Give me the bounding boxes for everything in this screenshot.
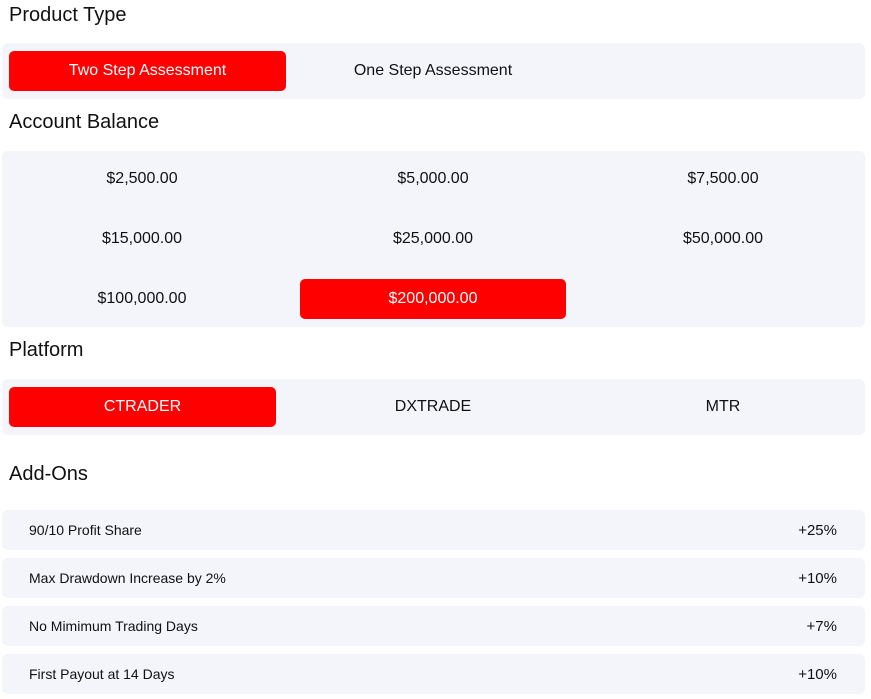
addon-no-minimum-trading-days[interactable]: No Mimimum Trading Days +7%: [2, 606, 865, 646]
option-two-step-assessment[interactable]: Two Step Assessment: [9, 51, 286, 91]
balance-option-100000[interactable]: $100,000.00: [9, 279, 275, 319]
balance-option-5000[interactable]: $5,000.00: [300, 159, 566, 199]
addons-title: Add-Ons: [9, 463, 88, 485]
addon-value: +25%: [798, 521, 837, 539]
addon-value: +7%: [806, 617, 837, 635]
balance-option-15000[interactable]: $15,000.00: [9, 219, 275, 259]
addon-label: First Payout at 14 Days: [29, 666, 175, 682]
product-type-title: Product Type: [9, 4, 127, 26]
balance-option-200000[interactable]: $200,000.00: [300, 279, 566, 319]
platform-panel: CTRADER DXTRADE MTR: [2, 379, 865, 435]
addon-max-drawdown[interactable]: Max Drawdown Increase by 2% +10%: [2, 558, 865, 598]
balance-option-25000[interactable]: $25,000.00: [300, 219, 566, 259]
balance-option-7500[interactable]: $7,500.00: [590, 159, 856, 199]
option-one-step-assessment[interactable]: One Step Assessment: [295, 51, 571, 91]
addon-value: +10%: [798, 665, 837, 683]
addon-profit-share[interactable]: 90/10 Profit Share +25%: [2, 510, 865, 550]
product-type-panel: Two Step Assessment One Step Assessment: [2, 43, 865, 99]
account-balance-title: Account Balance: [9, 111, 160, 133]
balance-option-2500[interactable]: $2,500.00: [9, 159, 275, 199]
platform-option-ctrader[interactable]: CTRADER: [9, 387, 276, 427]
addon-label: No Mimimum Trading Days: [29, 618, 198, 634]
addon-label: Max Drawdown Increase by 2%: [29, 570, 226, 586]
addon-first-payout[interactable]: First Payout at 14 Days +10%: [2, 654, 865, 694]
addon-value: +10%: [798, 569, 837, 587]
platform-title: Platform: [9, 339, 84, 361]
platform-option-dxtrade[interactable]: DXTRADE: [300, 387, 566, 427]
platform-option-mtr[interactable]: MTR: [590, 387, 856, 427]
account-balance-panel: $2,500.00 $5,000.00 $7,500.00 $15,000.00…: [2, 151, 865, 327]
addon-label: 90/10 Profit Share: [29, 522, 142, 538]
balance-option-50000[interactable]: $50,000.00: [590, 219, 856, 259]
